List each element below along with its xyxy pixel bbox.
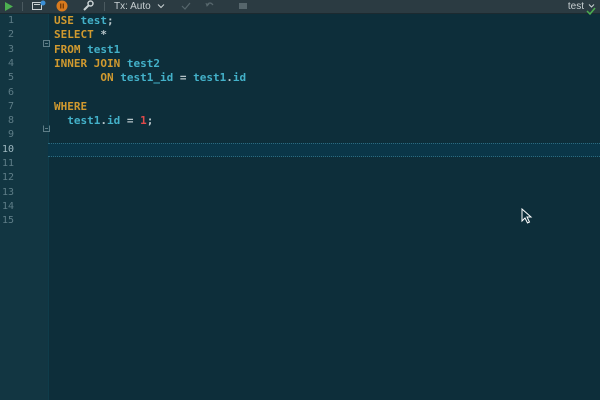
code-token: id bbox=[232, 71, 247, 85]
code-token: = bbox=[173, 71, 194, 85]
code-token: id bbox=[107, 114, 121, 128]
code-line[interactable]: SELECT * bbox=[54, 28, 107, 42]
code-token: . bbox=[226, 71, 233, 85]
line-number: 12 bbox=[1, 172, 14, 184]
stop-icon[interactable] bbox=[56, 0, 68, 13]
code-token: . bbox=[100, 114, 107, 128]
line-number: 5 bbox=[7, 72, 14, 84]
wrench-icon[interactable] bbox=[82, 0, 94, 13]
line-number: 3 bbox=[7, 43, 14, 55]
code-token: test1 bbox=[193, 71, 227, 85]
line-number: 9 bbox=[7, 129, 14, 141]
line-number: 15 bbox=[1, 215, 14, 227]
code-line[interactable]: INNER JOIN test2 bbox=[54, 57, 160, 71]
square-icon[interactable] bbox=[238, 0, 248, 13]
line-number: 13 bbox=[1, 186, 14, 198]
transaction-mode-selector[interactable]: Tx: Auto bbox=[114, 0, 151, 13]
line-number: 11 bbox=[1, 158, 14, 169]
editor-toolbar: Tx: Auto test bbox=[0, 0, 600, 14]
code-token: USE bbox=[54, 14, 74, 27]
sql-editor[interactable]: 1 2 3 4 5 6 7 8 9 10 11 12 13 14 15 USE … bbox=[0, 7, 600, 400]
current-line-highlight bbox=[48, 142, 600, 157]
fold-open-icon[interactable] bbox=[43, 32, 50, 47]
code-line[interactable]: test1.id = 1; bbox=[54, 114, 153, 128]
code-line[interactable]: USE test; bbox=[54, 14, 114, 28]
code-token: ; bbox=[107, 14, 114, 27]
line-number: 8 bbox=[7, 115, 14, 127]
line-number: 4 bbox=[7, 57, 14, 69]
run-icon[interactable] bbox=[4, 0, 14, 13]
code-token: test bbox=[80, 14, 108, 27]
line-number: 14 bbox=[1, 200, 14, 212]
code-token: test2 bbox=[126, 56, 160, 70]
fold-end-icon[interactable] bbox=[43, 117, 50, 133]
line-number: 7 bbox=[7, 100, 14, 112]
code-token: test1 bbox=[87, 42, 121, 56]
schema-selector[interactable]: test bbox=[568, 0, 584, 13]
code-line[interactable]: WHERE bbox=[54, 100, 87, 114]
chevron-down-icon[interactable] bbox=[157, 0, 165, 13]
line-number: 1 bbox=[7, 15, 14, 26]
code-token: test1 bbox=[67, 114, 101, 128]
toolbar-divider bbox=[104, 2, 105, 11]
code-token: SELECT bbox=[54, 28, 94, 42]
mouse-cursor-icon bbox=[521, 207, 533, 228]
console-icon[interactable] bbox=[32, 0, 46, 13]
line-number: 10 bbox=[1, 143, 14, 155]
code-token: = bbox=[120, 114, 141, 128]
code-token: ON bbox=[100, 71, 114, 85]
line-number-gutter: 1 2 3 4 5 6 7 8 9 10 11 12 13 14 15 bbox=[0, 14, 50, 400]
code-token: 1 bbox=[140, 114, 147, 128]
line-number: 2 bbox=[7, 29, 14, 41]
code-token: ; bbox=[146, 114, 154, 128]
toolbar-divider bbox=[22, 2, 23, 11]
code-line[interactable]: ON test1_id = test1.id bbox=[54, 71, 246, 85]
code-token: INNER JOIN bbox=[54, 56, 121, 70]
commit-icon[interactable] bbox=[181, 0, 191, 13]
code-token: test1_id bbox=[120, 71, 174, 85]
code-token: * bbox=[100, 28, 107, 42]
code-token: FROM bbox=[54, 42, 81, 56]
rollback-icon[interactable] bbox=[205, 0, 215, 13]
code-token: WHERE bbox=[54, 99, 88, 113]
check-icon bbox=[586, 1, 596, 20]
code-line[interactable]: FROM test1 bbox=[54, 43, 120, 57]
line-number: 6 bbox=[7, 86, 14, 98]
